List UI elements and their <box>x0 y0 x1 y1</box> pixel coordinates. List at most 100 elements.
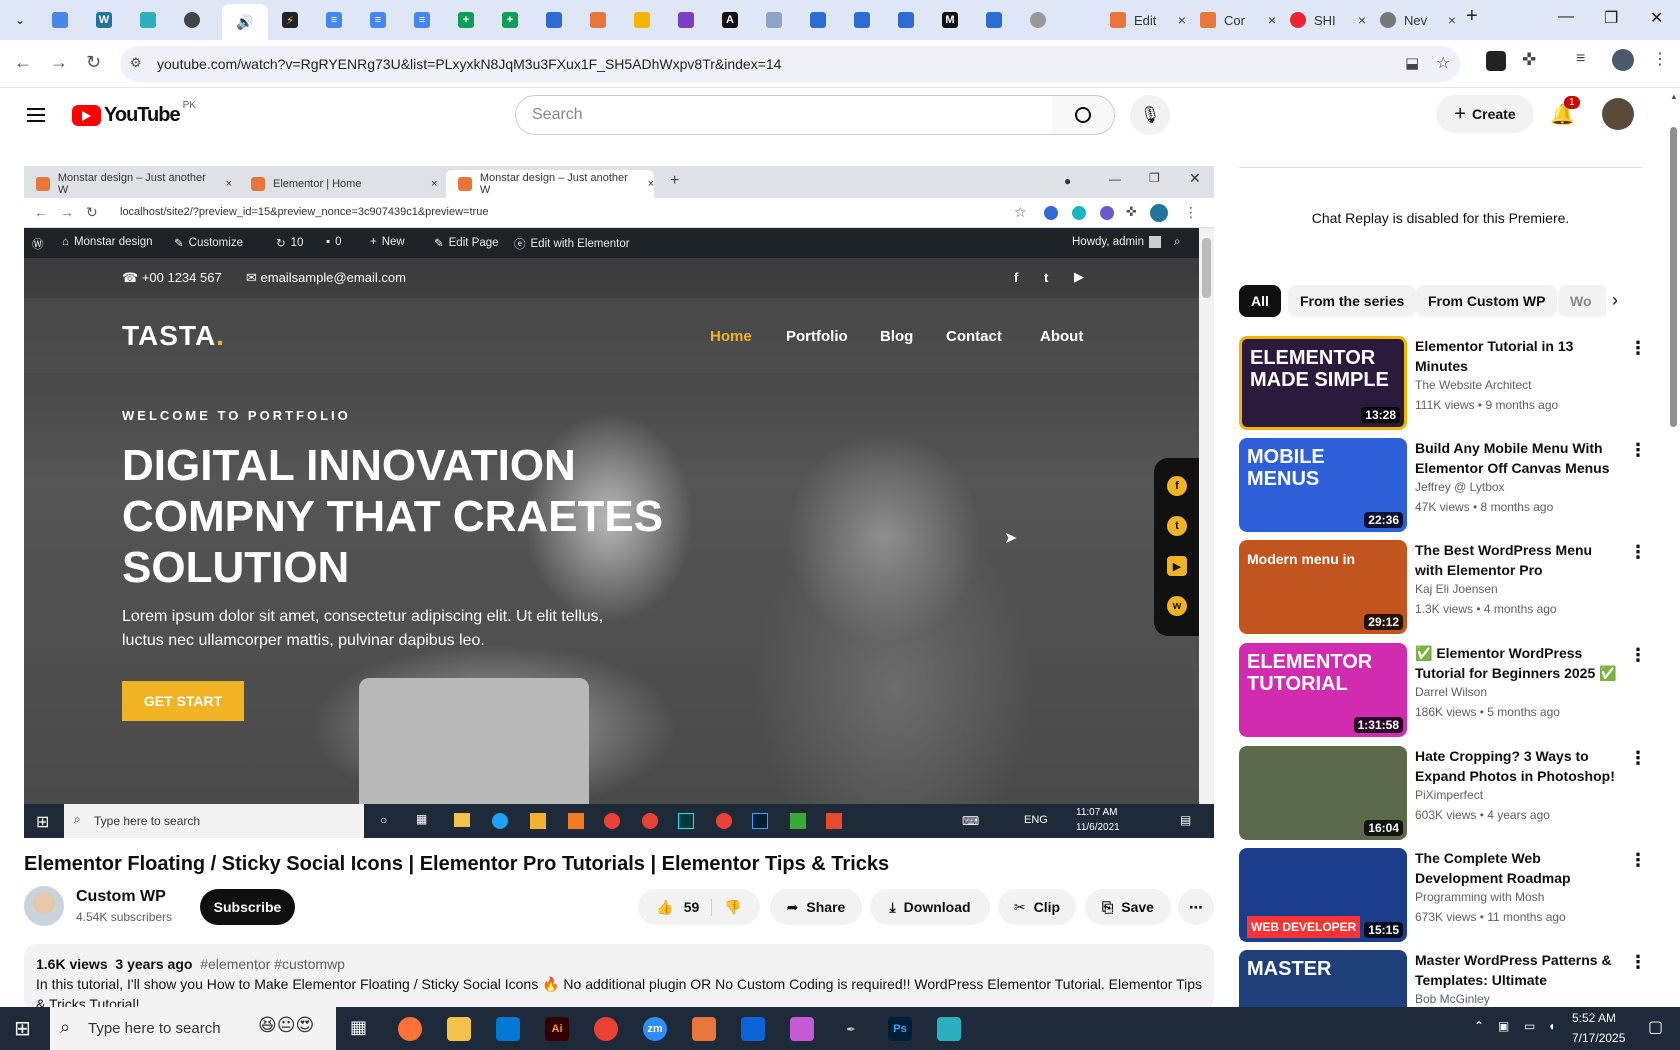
channel-name[interactable]: Programming with Mosh <box>1415 890 1544 904</box>
recommended-video[interactable]: ELEMENTOR MADE SIMPLE 13:28 Elementor Tut… <box>1239 336 1649 432</box>
video-thumbnail[interactable]: ELEMENTOR TUTORIAL 1:31:58 <box>1239 643 1407 737</box>
like-button[interactable]: 👍 59 <box>656 898 713 916</box>
browser-tab[interactable]: Nev × <box>1374 8 1462 32</box>
pen-tool-icon[interactable]: ✒ <box>839 1017 863 1041</box>
vscode-icon[interactable] <box>496 1017 520 1041</box>
clock-date[interactable]: 7/17/2025 <box>1572 1031 1625 1045</box>
youtube-logo[interactable]: YouTube PK <box>72 100 196 127</box>
clock-time[interactable]: 5:52 AM <box>1572 1011 1616 1025</box>
more-vertical-icon[interactable]: ⋮ <box>1629 850 1647 871</box>
more-vertical-icon[interactable]: ⋮ <box>1629 952 1647 973</box>
chip-from-channel[interactable]: From Custom WP <box>1416 285 1558 317</box>
search-button[interactable] <box>1052 95 1115 135</box>
browser-tab[interactable]: ≡ <box>320 8 348 32</box>
file-explorer-icon[interactable] <box>447 1017 471 1041</box>
channel-name[interactable]: Kaj Eli Joensen <box>1415 582 1498 596</box>
video-description[interactable]: 1.6K views 3 years ago #elementor #custo… <box>24 944 1214 1012</box>
bookmark-star-icon[interactable]: ☆ <box>1436 53 1450 73</box>
recommended-video[interactable]: Modern menu in 29:12 The Best WordPress M… <box>1239 540 1649 636</box>
browser-tab[interactable]: ≡ <box>364 8 392 32</box>
more-vertical-icon[interactable]: ⋮ <box>1629 645 1647 666</box>
video-thumbnail[interactable]: MOBILE MENUS 22:36 <box>1239 438 1407 532</box>
voice-search-button[interactable]: 🎙 <box>1130 95 1170 135</box>
extension-icon[interactable] <box>1486 51 1506 71</box>
tab-close-icon[interactable]: × <box>1178 12 1186 28</box>
recommended-video[interactable]: WEB DEVELOPER 15:15 The Complete Web Deve… <box>1239 848 1649 944</box>
tray-icon[interactable]: ▣ <box>1498 1019 1509 1033</box>
recommended-video[interactable]: ELEMENTOR TUTORIAL 1:31:58 ✅ Elementor Wo… <box>1239 643 1649 739</box>
more-actions-button[interactable]: ⋯ <box>1178 889 1214 925</box>
save-button[interactable]: ⎘ Save <box>1085 889 1171 925</box>
channel-name[interactable]: Bob McGinley <box>1415 992 1490 1006</box>
tab-close-icon[interactable]: × <box>1268 12 1276 28</box>
recommended-video[interactable]: MOBILE MENUS 22:36 Build Any Mobile Menu … <box>1239 438 1649 534</box>
browser-tab[interactable] <box>46 8 74 32</box>
video-thumbnail[interactable]: Modern menu in 29:12 <box>1239 540 1407 634</box>
illustrator-icon[interactable]: Ai <box>545 1017 569 1041</box>
chip-truncated[interactable]: Wo <box>1558 285 1608 317</box>
subscribe-button[interactable]: Subscribe <box>200 889 295 925</box>
windows-start-icon[interactable]: ⊞ <box>14 1016 31 1041</box>
channel-name[interactable]: Custom WP <box>76 888 166 906</box>
close-window-button[interactable]: ✕ <box>1650 8 1663 28</box>
browser-tab[interactable]: + <box>496 8 524 32</box>
profile-avatar-icon[interactable] <box>1612 49 1634 71</box>
more-vertical-icon[interactable]: ⋮ <box>1629 338 1647 359</box>
page-scrollbar[interactable]: ▲ <box>1667 88 1680 1006</box>
browser-tab[interactable]: ≡ <box>408 8 436 32</box>
browser-tab[interactable] <box>804 8 832 32</box>
video-title[interactable]: Master WordPress Patterns & Templates: U… <box>1415 950 1620 990</box>
share-button[interactable]: ➦ Share <box>770 889 862 925</box>
menu-icon[interactable] <box>27 104 45 126</box>
chrome-icon[interactable] <box>594 1017 618 1041</box>
browser-tab-active[interactable]: 🔊 <box>222 4 268 40</box>
recommended-video[interactable]: 16:04 Hate Cropping? 3 Ways to Expand Ph… <box>1239 746 1649 842</box>
chrome-menu-icon[interactable]: ⋮ <box>1652 49 1668 69</box>
task-view-icon[interactable]: ▦ <box>350 1017 367 1038</box>
chevron-right-icon[interactable]: › <box>1606 290 1624 311</box>
tab-search-button[interactable]: ⌄ <box>6 8 34 32</box>
dislike-button[interactable]: 👎 <box>712 899 741 916</box>
video-thumbnail[interactable]: ELEMENTOR MADE SIMPLE 13:28 <box>1239 336 1407 430</box>
reload-icon[interactable]: ↻ <box>86 52 101 73</box>
browser-tab[interactable]: + <box>452 8 480 32</box>
taskbar-search-input[interactable]: ⌕ Type here to search 😆😐😍 <box>50 1007 336 1050</box>
browser-tab[interactable] <box>540 8 568 32</box>
browser-tab[interactable] <box>178 8 206 32</box>
channel-name[interactable]: The Website Architect <box>1415 378 1532 392</box>
creative-cloud-icon[interactable] <box>790 1017 814 1041</box>
channel-name[interactable]: PiXimperfect <box>1415 788 1483 802</box>
download-button[interactable]: ⤓ Download <box>870 889 990 925</box>
site-info-icon[interactable]: ⚙ <box>130 55 142 71</box>
tab-close-icon[interactable]: × <box>1448 12 1456 28</box>
chip-all[interactable]: All <box>1239 285 1281 317</box>
firefox-icon[interactable] <box>398 1017 422 1041</box>
action-center-icon[interactable]: ▢ <box>1648 1017 1663 1037</box>
account-avatar[interactable] <box>1602 98 1634 130</box>
zoom-icon[interactable]: zm <box>643 1017 667 1041</box>
more-vertical-icon[interactable]: ⋮ <box>1629 440 1647 461</box>
media-controls-icon[interactable]: ≡ <box>1576 50 1585 68</box>
puzzle-icon[interactable]: ✜ <box>1522 50 1536 70</box>
app-icon[interactable] <box>937 1017 961 1041</box>
app-icon[interactable] <box>692 1017 716 1041</box>
video-title[interactable]: ✅ Elementor WordPress Tutorial for Begin… <box>1415 643 1620 683</box>
more-vertical-icon[interactable]: ⋮ <box>1629 748 1647 769</box>
browser-tab[interactable] <box>760 8 788 32</box>
chip-from-series[interactable]: From the series <box>1288 285 1417 317</box>
browser-tab[interactable]: ⚡ <box>276 8 304 32</box>
notifications-button[interactable]: 🔔 1 <box>1550 96 1580 127</box>
hashtags[interactable]: #elementor #customwp <box>200 956 345 972</box>
channel-avatar[interactable] <box>24 886 64 926</box>
back-icon[interactable]: ← <box>14 52 32 73</box>
video-title[interactable]: Build Any Mobile Menu With Elementor Off… <box>1415 438 1620 478</box>
browser-tab[interactable]: M <box>936 8 964 32</box>
browser-tab[interactable] <box>672 8 700 32</box>
video-player[interactable]: Monstar design – Just another W × Element… <box>24 166 1214 838</box>
recommended-video[interactable]: MASTER Master WordPress Patterns & Templ… <box>1239 950 1649 1007</box>
install-app-icon[interactable]: ⬓ <box>1405 54 1419 72</box>
browser-tab[interactable] <box>892 8 920 32</box>
browser-tab[interactable]: Cor × <box>1194 8 1282 32</box>
clip-button[interactable]: ✂ Clip <box>998 889 1076 925</box>
video-title[interactable]: Elementor Tutorial in 13 Minutes <box>1415 336 1620 376</box>
